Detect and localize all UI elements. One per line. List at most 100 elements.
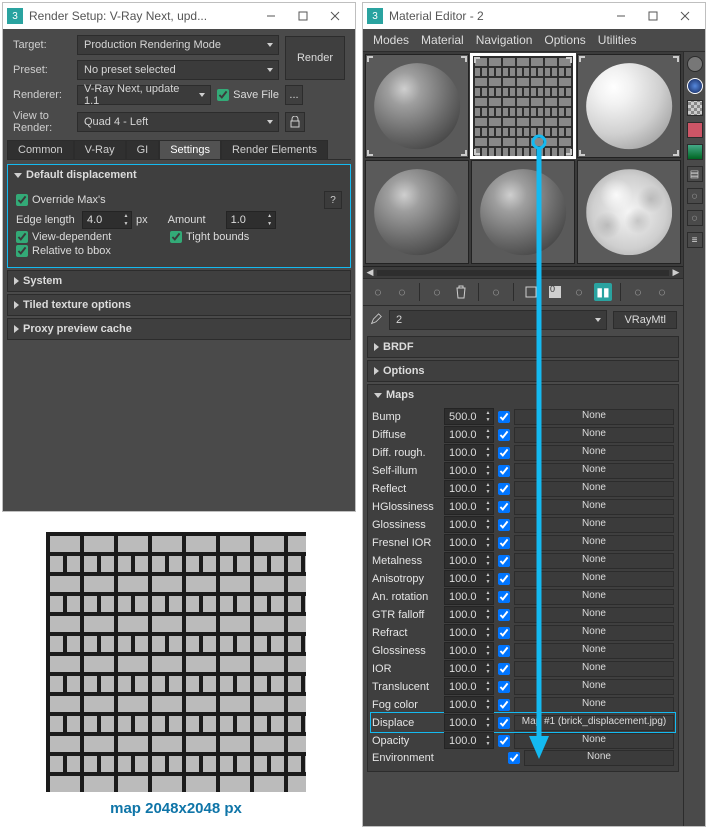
- map-slot-button[interactable]: None: [514, 625, 674, 641]
- background-icon[interactable]: [687, 100, 703, 116]
- renderer-dropdown[interactable]: V-Ray Next, update 1.1: [77, 85, 211, 105]
- edge-length-spinner[interactable]: ▲▼: [82, 211, 132, 229]
- sample-uv-icon[interactable]: [687, 122, 703, 138]
- eyedropper-icon[interactable]: [369, 313, 383, 327]
- map-slot-button[interactable]: None: [514, 409, 674, 425]
- map-slot-button[interactable]: None: [514, 589, 674, 605]
- tab-settings[interactable]: Settings: [159, 140, 221, 159]
- map-slot-button[interactable]: None: [514, 445, 674, 461]
- map-slot-button[interactable]: None: [514, 427, 674, 443]
- map-amount-spinner[interactable]: ▲▼: [444, 732, 494, 749]
- video-color-icon[interactable]: [687, 144, 703, 160]
- go-forward-icon[interactable]: ◌: [653, 283, 671, 301]
- map-slot-button[interactable]: None: [514, 661, 674, 677]
- rollup-header-default-displacement[interactable]: Default displacement: [8, 165, 350, 185]
- map-amount-spinner[interactable]: ▲▼: [444, 606, 494, 623]
- tab-render-elements[interactable]: Render Elements: [221, 140, 328, 159]
- close-button[interactable]: [319, 5, 351, 27]
- menu-options[interactable]: Options: [544, 33, 585, 47]
- material-name-dropdown[interactable]: 2: [389, 310, 607, 330]
- lock-view-button[interactable]: [285, 112, 305, 132]
- map-amount-spinner[interactable]: ▲▼: [444, 498, 494, 515]
- select-by-material-icon[interactable]: ◌: [687, 210, 703, 226]
- minimize-button[interactable]: [255, 5, 287, 27]
- rollup-header-options[interactable]: Options: [368, 361, 678, 381]
- map-amount-spinner[interactable]: ▲▼: [444, 480, 494, 497]
- map-amount-spinner[interactable]: ▲▼: [444, 462, 494, 479]
- map-enable-checkbox[interactable]: [498, 537, 510, 549]
- minimize-button[interactable]: [605, 5, 637, 27]
- map-enable-checkbox[interactable]: [498, 681, 510, 693]
- show-end-result-icon[interactable]: ▮▮: [594, 283, 612, 301]
- map-enable-checkbox[interactable]: [498, 663, 510, 675]
- menu-utilities[interactable]: Utilities: [598, 33, 637, 47]
- material-slot-6[interactable]: [577, 160, 681, 264]
- target-dropdown[interactable]: Production Rendering Mode: [77, 35, 279, 55]
- view-dependent-checkbox[interactable]: View-dependent: [16, 231, 166, 243]
- material-slot-5[interactable]: [471, 160, 575, 264]
- tab-vray[interactable]: V-Ray: [74, 140, 126, 159]
- put-to-scene-icon[interactable]: ◌: [393, 283, 411, 301]
- map-slot-button[interactable]: None: [514, 679, 674, 695]
- map-slot-button[interactable]: None: [514, 571, 674, 587]
- make-unique-icon[interactable]: ◌: [487, 283, 505, 301]
- scroll-right-icon[interactable]: ▶: [669, 267, 683, 278]
- help-button[interactable]: ?: [324, 191, 342, 209]
- tab-common[interactable]: Common: [7, 140, 74, 159]
- render-setup-titlebar[interactable]: 3 Render Setup: V-Ray Next, upd...: [3, 3, 355, 29]
- map-enable-checkbox[interactable]: [498, 645, 510, 657]
- rollup-header-system[interactable]: System: [8, 271, 350, 291]
- material-slot-2[interactable]: [471, 54, 575, 158]
- menu-modes[interactable]: Modes: [373, 33, 409, 47]
- map-slot-button[interactable]: None: [514, 697, 674, 713]
- map-enable-checkbox[interactable]: [498, 429, 510, 441]
- map-enable-checkbox[interactable]: [498, 609, 510, 621]
- map-amount-spinner[interactable]: ▲▼: [444, 678, 494, 695]
- material-id-icon[interactable]: 0: [546, 283, 564, 301]
- render-button[interactable]: Render: [285, 36, 345, 80]
- map-enable-checkbox[interactable]: [498, 591, 510, 603]
- material-slot-4[interactable]: [365, 160, 469, 264]
- map-amount-spinner[interactable]: ▲▼: [444, 642, 494, 659]
- map-slot-button[interactable]: None: [514, 553, 674, 569]
- material-map-nav-icon[interactable]: ≡: [687, 232, 703, 248]
- menu-navigation[interactable]: Navigation: [476, 33, 533, 47]
- go-parent-icon[interactable]: ◌: [629, 283, 647, 301]
- map-enable-checkbox[interactable]: [498, 447, 510, 459]
- preview-icon[interactable]: ▤: [687, 166, 703, 182]
- material-slot-3[interactable]: [577, 54, 681, 158]
- options-icon[interactable]: ◌: [687, 188, 703, 204]
- map-enable-checkbox[interactable]: [498, 717, 510, 729]
- map-amount-spinner[interactable]: ▲▼: [444, 696, 494, 713]
- material-slot-1[interactable]: [365, 54, 469, 158]
- backlight-icon[interactable]: [687, 78, 703, 94]
- map-amount-spinner[interactable]: ▲▼: [444, 552, 494, 569]
- map-enable-checkbox[interactable]: [498, 411, 510, 423]
- maximize-button[interactable]: [637, 5, 669, 27]
- put-to-library-icon[interactable]: [522, 283, 540, 301]
- assign-selection-icon[interactable]: ◌: [428, 283, 446, 301]
- override-max-checkbox[interactable]: Override Max's: [16, 194, 320, 206]
- map-amount-spinner[interactable]: ▲▼: [444, 426, 494, 443]
- rollup-header-tiled-texture[interactable]: Tiled texture options: [8, 295, 350, 315]
- map-enable-checkbox[interactable]: [498, 555, 510, 567]
- save-file-checkbox[interactable]: Save File: [217, 89, 279, 101]
- map-amount-spinner[interactable]: ▲▼: [444, 516, 494, 533]
- relative-bbox-checkbox[interactable]: Relative to bbox: [16, 245, 111, 257]
- map-slot-button[interactable]: None: [514, 643, 674, 659]
- map-slot-button[interactable]: None: [524, 750, 674, 766]
- preset-dropdown[interactable]: No preset selected: [77, 60, 279, 80]
- rollup-header-proxy-preview[interactable]: Proxy preview cache: [8, 319, 350, 339]
- map-amount-spinner[interactable]: ▲▼: [444, 408, 494, 425]
- map-amount-spinner[interactable]: ▲▼: [444, 570, 494, 587]
- delete-icon[interactable]: [452, 283, 470, 301]
- map-slot-button[interactable]: None: [514, 607, 674, 623]
- map-enable-checkbox[interactable]: [498, 735, 510, 747]
- amount-spinner[interactable]: ▲▼: [226, 211, 276, 229]
- sample-type-icon[interactable]: [687, 56, 703, 72]
- material-type-button[interactable]: VRayMtl: [613, 311, 677, 329]
- map-amount-spinner[interactable]: ▲▼: [444, 624, 494, 641]
- map-enable-checkbox[interactable]: [498, 465, 510, 477]
- close-button[interactable]: [669, 5, 701, 27]
- save-file-browse-button[interactable]: ...: [285, 85, 303, 105]
